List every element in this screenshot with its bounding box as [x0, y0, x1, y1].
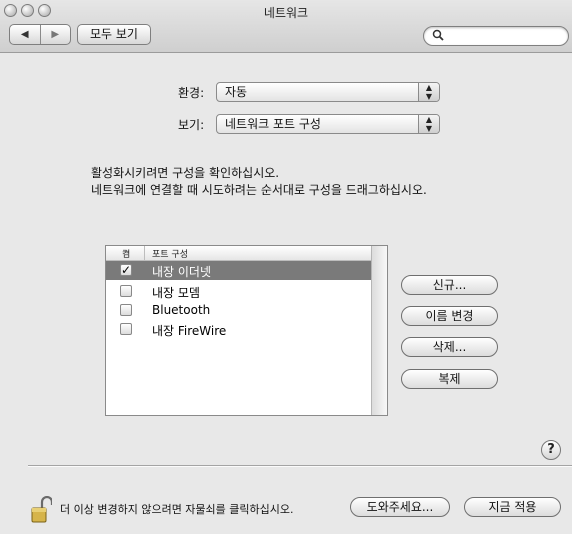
header-port[interactable]: 포트 구성 — [152, 247, 188, 260]
back-button[interactable]: ◀ — [10, 25, 40, 44]
lock-icon[interactable] — [30, 495, 54, 524]
new-button[interactable]: 신규... — [401, 275, 498, 295]
left-arrow-icon: ◀ — [20, 29, 29, 40]
footer-divider — [28, 465, 572, 467]
show-all-button[interactable]: 모두 보기 — [77, 24, 151, 45]
checkbox-unchecked[interactable] — [120, 304, 132, 316]
duplicate-button[interactable]: 복제 — [401, 369, 498, 389]
search-icon — [432, 29, 444, 44]
show-popup[interactable]: 네트워크 포트 구성 ▲ ▼ — [216, 114, 440, 134]
table-row[interactable]: Bluetooth — [106, 301, 371, 320]
popup-arrows-icon: ▲ ▼ — [418, 83, 439, 101]
row-label: 내장 이더넷 — [152, 265, 212, 279]
delete-button[interactable]: 삭제... — [401, 337, 498, 357]
location-value: 자동 — [225, 85, 248, 99]
checkbox-unchecked[interactable] — [120, 285, 132, 297]
show-value: 네트워크 포트 구성 — [225, 117, 321, 131]
right-arrow-icon: ▶ — [51, 29, 60, 40]
table-header: 켬 포트 구성 — [106, 246, 371, 261]
rename-button[interactable]: 이름 변경 — [401, 306, 498, 326]
checkbox-unchecked[interactable] — [120, 323, 132, 335]
row-label: 내장 모뎀 — [152, 286, 200, 300]
row-label: Bluetooth — [152, 303, 211, 317]
help-button[interactable]: ? — [541, 440, 561, 460]
vertical-scrollbar[interactable] — [371, 246, 387, 415]
checkbox-checked[interactable]: ✓ — [120, 264, 132, 276]
location-label: 환경: — [178, 86, 205, 100]
table-row[interactable]: 내장 FireWire — [106, 320, 371, 339]
location-popup[interactable]: 자동 ▲ ▼ — [216, 82, 440, 102]
window-title: 네트워크 — [263, 6, 309, 20]
header-divider — [144, 246, 145, 260]
description-line-1: 활성화시키려면 구성을 확인하십시오. — [91, 166, 280, 180]
search-field[interactable] — [423, 26, 569, 46]
table-row[interactable]: 내장 모뎀 — [106, 282, 371, 301]
apply-now-button[interactable]: 지금 적용 — [464, 497, 561, 517]
network-preferences-window: 네트워크 ◀ ▶ 모두 보기 환경: 자동 ▲ ▼ 보기: 네트워크 포트 구성 … — [0, 0, 572, 534]
forward-button[interactable]: ▶ — [41, 25, 71, 44]
title-toolbar: 네트워크 ◀ ▶ 모두 보기 — [0, 0, 572, 53]
row-label: 내장 FireWire — [152, 324, 227, 338]
popup-arrows-icon: ▲ ▼ — [418, 115, 439, 133]
header-on[interactable]: 켬 — [122, 247, 130, 260]
description-line-2: 네트워크에 연결할 때 시도하려는 순서대로 구성을 드래그하십시오. — [91, 183, 427, 197]
table-row[interactable]: ✓ 내장 이더넷 — [106, 261, 371, 280]
assist-me-button[interactable]: 도와주세요... — [350, 497, 450, 517]
back-forward-control: ◀ ▶ — [9, 24, 71, 45]
lock-hint-text: 더 이상 변경하지 않으려면 자물쇠를 클릭하십시오. — [60, 503, 294, 516]
port-configurations-table[interactable]: 켬 포트 구성 ✓ 내장 이더넷 내장 모뎀 Bluetooth 내장 Fire… — [105, 245, 388, 416]
show-label: 보기: — [178, 118, 205, 132]
